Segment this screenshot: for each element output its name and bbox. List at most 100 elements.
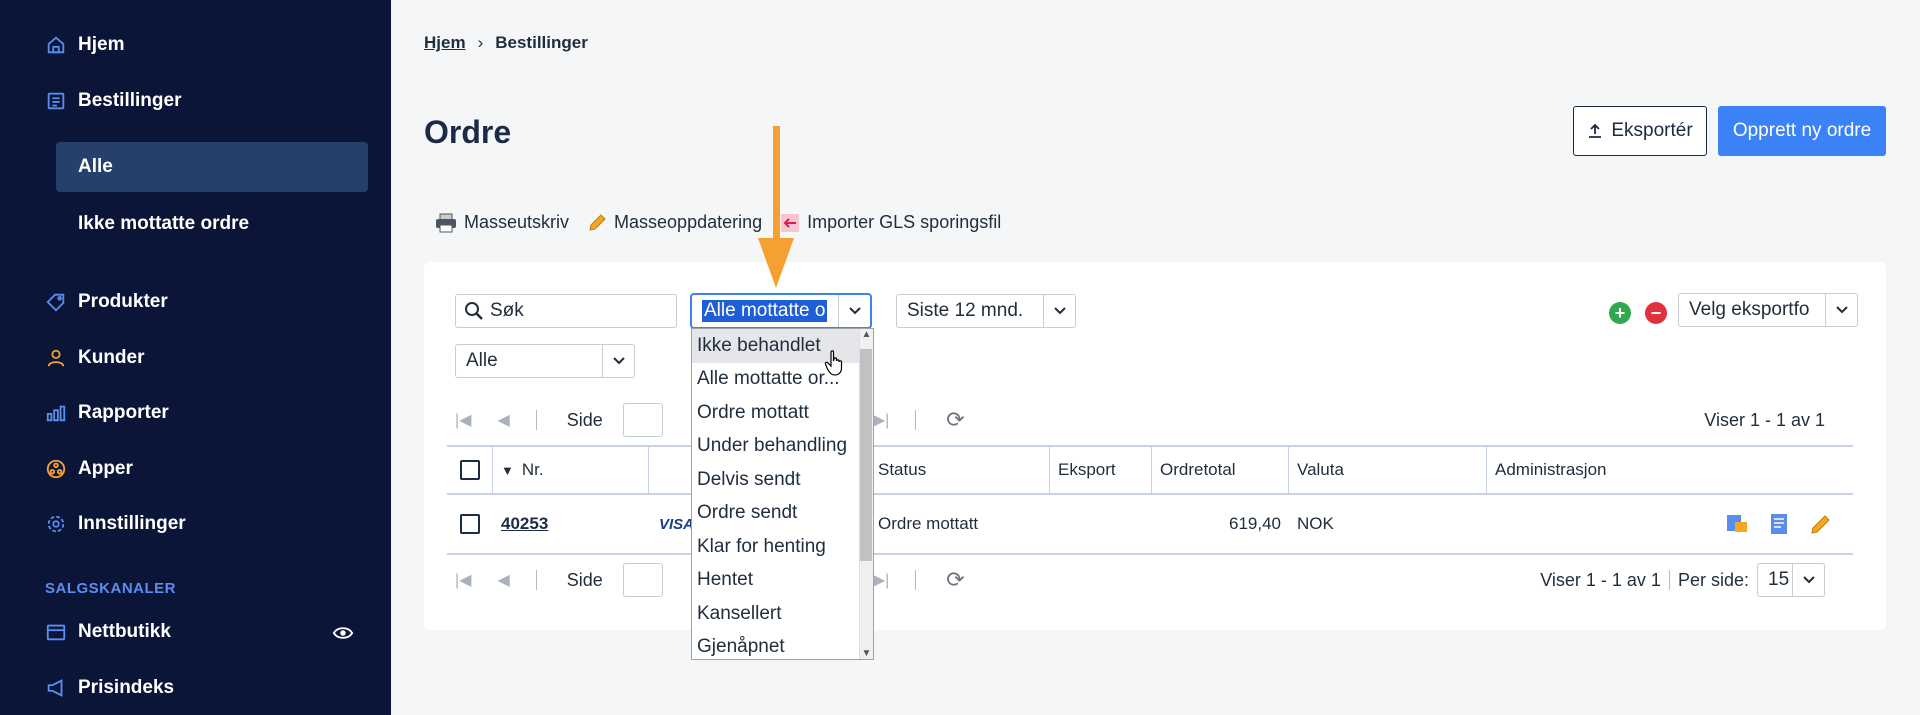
sort-desc-icon: ▼ bbox=[501, 462, 514, 478]
search-input[interactable]: Søk bbox=[455, 294, 677, 328]
sidebar: Hjem Bestillinger Alle Ikke mottatte ord… bbox=[0, 0, 391, 715]
dropdown-scrollbar[interactable]: ▲ ▼ bbox=[859, 329, 873, 659]
nav-item-rapporter[interactable]: Rapporter bbox=[44, 401, 169, 425]
bar-chart-icon bbox=[44, 401, 68, 425]
chevron-down-icon[interactable] bbox=[1792, 564, 1824, 596]
row-checkbox[interactable] bbox=[460, 514, 480, 534]
table-row[interactable]: 40253 VISA Ordre mottatt 619,40 NOK bbox=[447, 495, 1853, 555]
column-status[interactable]: Status bbox=[870, 447, 1050, 493]
export-label: Eksportér bbox=[1611, 120, 1693, 141]
dropdown-option[interactable]: Under behandling bbox=[692, 430, 860, 464]
section-heading: SALGSKANALER bbox=[45, 580, 177, 597]
status-filter-value: Alle mottatte o bbox=[702, 300, 828, 322]
type-filter-select[interactable]: Alle bbox=[455, 344, 635, 378]
pager-separator bbox=[1668, 570, 1670, 590]
nav-label: Nettbutikk bbox=[78, 621, 171, 642]
viewing-text: Viser 1 - 1 av 1 bbox=[1704, 409, 1825, 430]
dropdown-option[interactable]: Gjenåpnet bbox=[692, 631, 860, 660]
refresh-icon[interactable]: ⟳ bbox=[946, 407, 964, 433]
dropdown-option[interactable]: Ordre mottatt bbox=[692, 396, 860, 430]
status-filter-select[interactable]: Alle mottatte o bbox=[691, 294, 871, 328]
nav-label: Hjem bbox=[78, 34, 125, 55]
first-page-icon[interactable]: |◀ bbox=[455, 410, 471, 430]
column-valuta[interactable]: Valuta bbox=[1289, 447, 1487, 493]
refresh-icon[interactable]: ⟳ bbox=[946, 567, 964, 593]
dropdown-option[interactable]: Kansellert bbox=[692, 597, 860, 631]
scroll-down-icon[interactable]: ▼ bbox=[860, 648, 873, 659]
column-administrasjon: Administrasjon bbox=[1487, 447, 1853, 493]
order-number-link[interactable]: 40253 bbox=[501, 514, 548, 534]
per-page-label: Per side: bbox=[1677, 569, 1749, 590]
eye-icon[interactable] bbox=[332, 622, 354, 644]
breadcrumb: Hjem › Bestillinger bbox=[424, 33, 588, 53]
admin-cell bbox=[1487, 495, 1853, 553]
last-page-icon[interactable]: ▶| bbox=[873, 410, 889, 430]
new-order-button[interactable]: Opprett ny ordre bbox=[1718, 106, 1886, 156]
add-filter-icon[interactable]: + bbox=[1609, 302, 1631, 324]
column-label: Ordretotal bbox=[1160, 460, 1236, 479]
column-eksport[interactable]: Eksport bbox=[1050, 447, 1152, 493]
printer-icon bbox=[436, 213, 456, 232]
nav-item-produkter[interactable]: Produkter bbox=[44, 290, 168, 314]
nav-item-apper[interactable]: Apper bbox=[44, 457, 133, 481]
export-format-value: Velg eksportfo bbox=[1689, 299, 1810, 320]
nav-label: Rapporter bbox=[78, 402, 169, 423]
sidebar-subitem-alle[interactable]: Alle bbox=[56, 142, 368, 192]
status-dropdown-list: Ikke behandlet Alle mottatte or... Ordre… bbox=[691, 328, 874, 660]
pager-separator bbox=[915, 570, 917, 590]
import-gls-button[interactable]: Importer GLS sporingsfil bbox=[780, 212, 1001, 233]
pager-separator bbox=[535, 570, 537, 590]
export-format-select[interactable]: Velg eksportfo bbox=[1678, 293, 1858, 327]
period-filter-select[interactable]: Siste 12 mnd. bbox=[896, 294, 1076, 328]
export-button[interactable]: Eksportér bbox=[1573, 106, 1707, 156]
pager-viewing: Viser 1 - 1 av 1 Per side: 15 bbox=[1540, 563, 1825, 597]
page-number-input[interactable] bbox=[622, 403, 663, 437]
prev-page-icon[interactable]: ◀ bbox=[497, 570, 509, 590]
invoice-icon[interactable] bbox=[1767, 512, 1791, 536]
last-page-icon[interactable]: ▶| bbox=[873, 570, 889, 590]
shipping-label-icon[interactable] bbox=[1725, 512, 1749, 536]
edit-pencil-icon[interactable] bbox=[1809, 512, 1833, 536]
chevron-down-icon[interactable] bbox=[838, 295, 870, 327]
select-all-checkbox[interactable] bbox=[459, 460, 480, 480]
first-page-icon[interactable]: |◀ bbox=[455, 570, 471, 590]
annotation-arrow-icon bbox=[758, 126, 794, 288]
column-nr[interactable]: ▼ Nr. bbox=[493, 447, 649, 493]
chevron-down-icon[interactable] bbox=[1825, 294, 1857, 326]
per-page-select[interactable]: 15 bbox=[1757, 563, 1825, 597]
breadcrumb-home-link[interactable]: Hjem bbox=[424, 33, 466, 53]
column-label: Nr. bbox=[521, 460, 544, 479]
dropdown-option[interactable]: Delvis sendt bbox=[692, 463, 860, 497]
chevron-down-icon[interactable] bbox=[1043, 295, 1075, 327]
column-label: Status bbox=[878, 460, 927, 479]
scroll-up-icon[interactable]: ▲ bbox=[860, 329, 873, 340]
remove-filter-icon[interactable]: − bbox=[1645, 302, 1667, 324]
currency-cell: NOK bbox=[1289, 495, 1487, 553]
nav-label: Apper bbox=[78, 458, 133, 479]
dropdown-option[interactable]: Ordre sendt bbox=[692, 497, 860, 531]
nav-item-kunder[interactable]: Kunder bbox=[44, 346, 145, 370]
chevron-down-icon[interactable] bbox=[602, 345, 634, 377]
bulk-update-button[interactable]: Masseoppdatering bbox=[587, 212, 762, 233]
bulk-toolbar: Masseutskriv Masseoppdatering Importer G… bbox=[435, 212, 1001, 233]
row-select-cell bbox=[447, 495, 493, 553]
scroll-thumb[interactable] bbox=[860, 349, 872, 561]
nav-item-innstillinger[interactable]: Innstillinger bbox=[44, 512, 186, 536]
pager-viewing: Viser 1 - 1 av 1 bbox=[1704, 410, 1825, 431]
bulk-print-button[interactable]: Masseutskriv bbox=[435, 212, 569, 233]
dropdown-option[interactable]: Hentet bbox=[692, 564, 860, 598]
nav-item-prisindeks[interactable]: Prisindeks bbox=[44, 676, 174, 700]
nav-item-nettbutikk[interactable]: Nettbutikk bbox=[44, 620, 171, 644]
prev-page-icon[interactable]: ◀ bbox=[497, 410, 509, 430]
sidebar-subitem-ikke-mottatte[interactable]: Ikke mottatte ordre bbox=[56, 199, 368, 249]
column-label: Eksport bbox=[1058, 460, 1116, 479]
column-ordretotal[interactable]: Ordretotal bbox=[1152, 447, 1289, 493]
pager-separator bbox=[535, 410, 537, 430]
nav-item-hjem[interactable]: Hjem bbox=[44, 33, 124, 57]
nav-item-bestillinger[interactable]: Bestillinger bbox=[44, 89, 181, 113]
currency-text: NOK bbox=[1297, 514, 1334, 533]
export-cell bbox=[1050, 495, 1152, 553]
dropdown-option[interactable]: Klar for henting bbox=[692, 530, 860, 564]
page-number-input[interactable] bbox=[622, 563, 663, 597]
column-label: Administrasjon bbox=[1495, 460, 1607, 479]
